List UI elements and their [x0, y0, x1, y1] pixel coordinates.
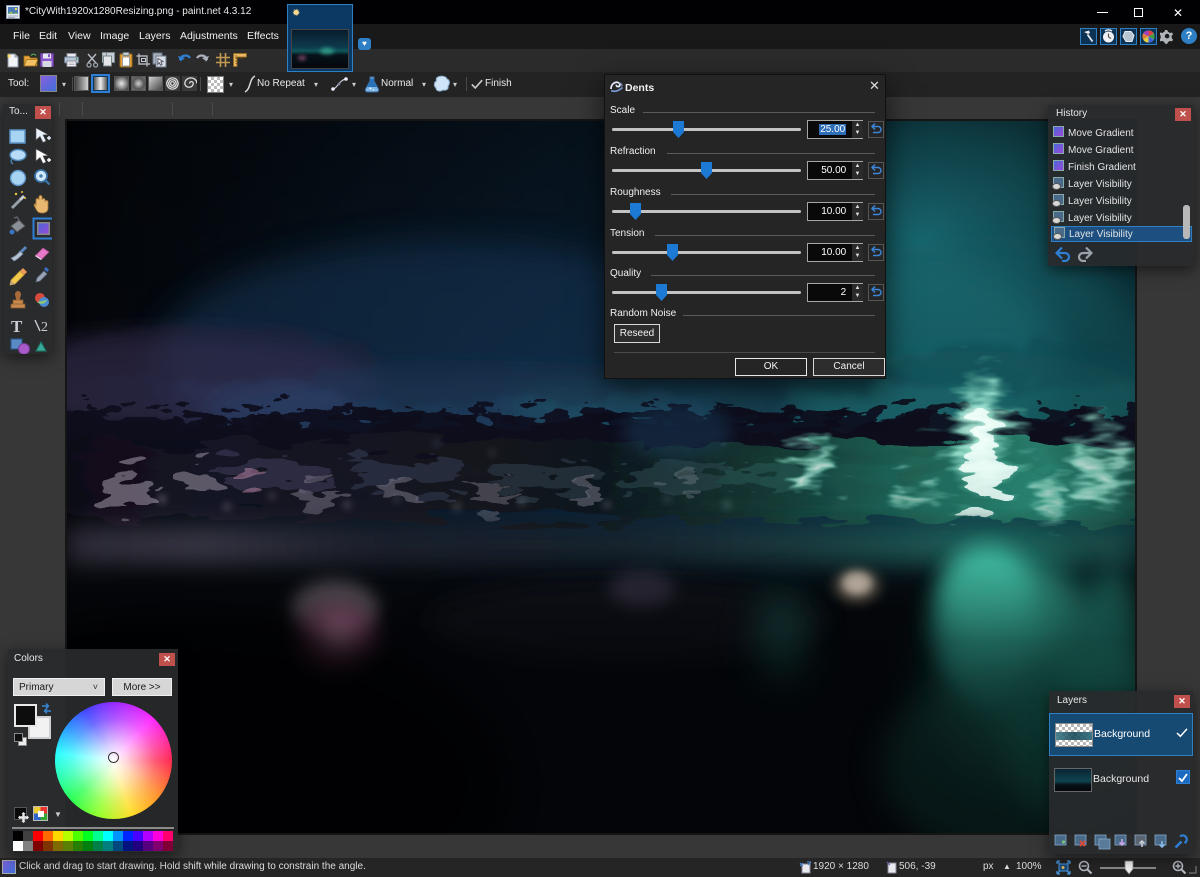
svg-text:2: 2 [41, 320, 48, 335]
svg-text:T: T [11, 317, 23, 336]
